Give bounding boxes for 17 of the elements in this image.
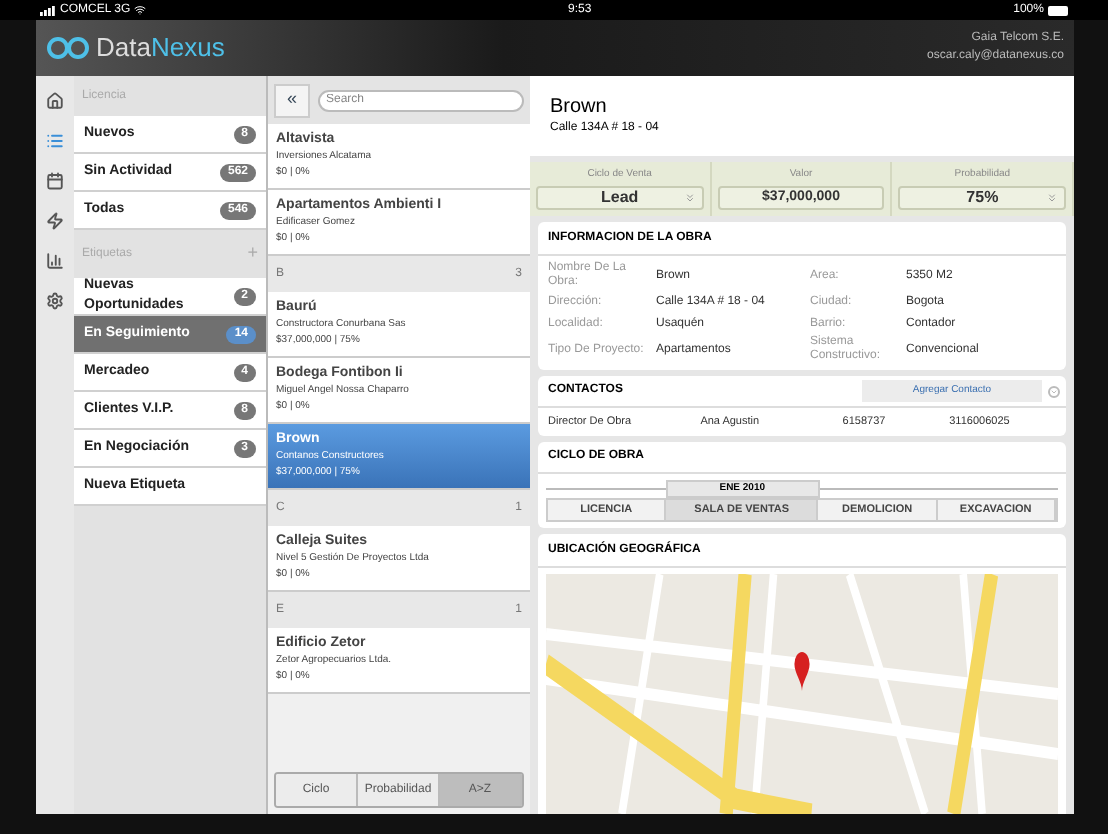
detail-title: Brown — [550, 95, 609, 119]
summary-dropdown[interactable]: Lead — [536, 185, 704, 210]
app-logo-text: DataNexus — [96, 30, 225, 67]
collapse-button[interactable]: « — [274, 83, 310, 117]
wifi-icon — [134, 4, 147, 16]
list-icon[interactable] — [46, 132, 64, 150]
chevrons-down-icon — [1046, 191, 1059, 204]
battery-icon — [1047, 5, 1068, 15]
calendar-icon[interactable] — [46, 172, 64, 190]
chevrons-down-icon — [683, 191, 696, 204]
lightning-icon[interactable] — [46, 212, 64, 230]
summary-dropdown[interactable]: 75% — [898, 185, 1067, 210]
home-icon[interactable] — [46, 92, 64, 110]
settings-icon[interactable] — [46, 292, 64, 310]
bar-chart-icon[interactable] — [46, 252, 64, 270]
signal-icon — [40, 5, 56, 15]
logo-icon — [46, 36, 90, 60]
